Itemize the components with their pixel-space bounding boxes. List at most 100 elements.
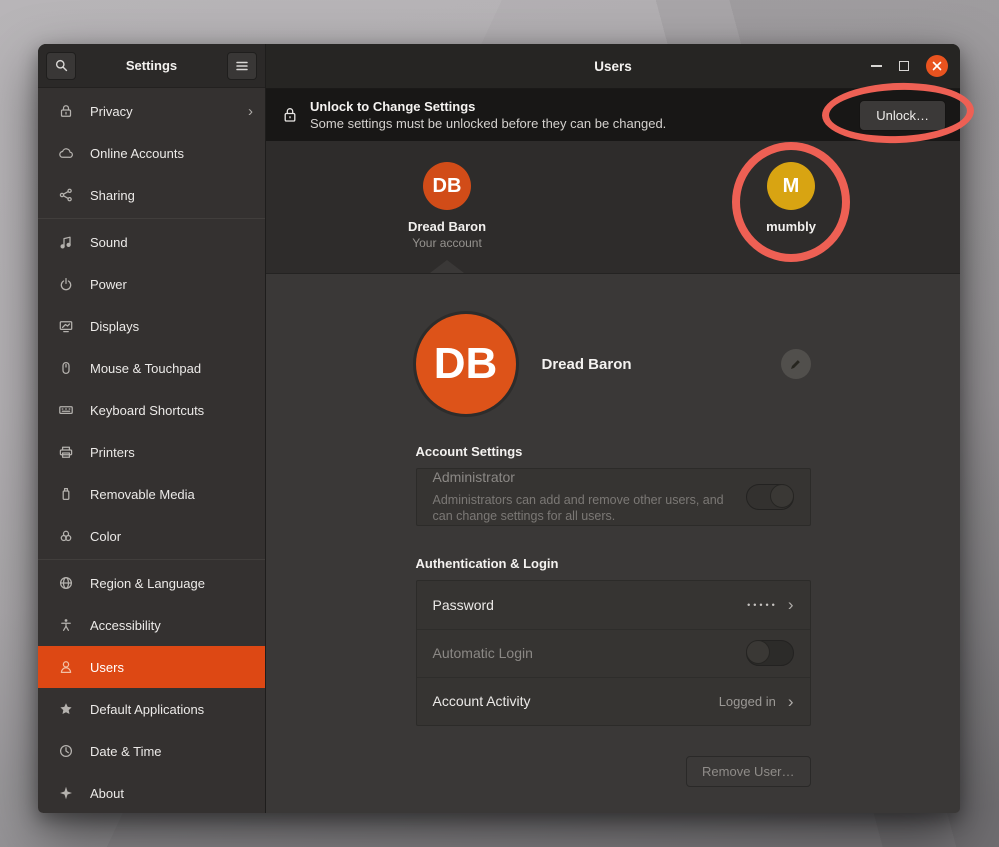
- row-description: Administrators can add and remove other …: [433, 492, 746, 525]
- sidebar-item-label: Mouse & Touchpad: [90, 361, 201, 376]
- carousel-user-dread-baron[interactable]: DB Dread Baron Your account: [377, 162, 517, 250]
- settings-row-password[interactable]: Password••••• ›: [417, 581, 810, 629]
- sidebar-item-keyboard-shortcuts[interactable]: Keyboard Shortcuts: [38, 389, 265, 431]
- unlock-button[interactable]: Unlock…: [859, 100, 946, 131]
- page-title: Users: [594, 59, 632, 74]
- sidebar-item-privacy[interactable]: Privacy ›: [38, 90, 265, 132]
- user-name: mumbly: [721, 219, 861, 234]
- unlock-banner-subtitle: Some settings must be unlocked before th…: [310, 116, 847, 131]
- row-value: Logged in: [719, 694, 776, 709]
- sidebar-item-accessibility[interactable]: Accessibility: [38, 604, 265, 646]
- unlock-banner-title: Unlock to Change Settings: [310, 99, 847, 114]
- sidebar-item-sound[interactable]: Sound: [38, 221, 265, 263]
- minimize-icon[interactable]: [871, 65, 882, 67]
- hamburger-menu-icon: [235, 60, 249, 72]
- sidebar-item-printers[interactable]: Printers: [38, 431, 265, 473]
- lock-icon: [282, 106, 298, 124]
- sidebar-item-region-and-language[interactable]: Region & Language: [38, 562, 265, 604]
- sidebar-item-label: Displays: [90, 319, 139, 334]
- mouse-icon: [58, 360, 74, 376]
- sidebar-item-label: Date & Time: [90, 744, 162, 759]
- close-icon[interactable]: [926, 55, 948, 77]
- user-name: Dread Baron: [377, 219, 517, 234]
- settings-row-account-activity[interactable]: Account ActivityLogged in›: [417, 677, 810, 725]
- star-icon: [58, 701, 74, 717]
- sidebar-item-label: Sharing: [90, 188, 135, 203]
- main-pane: Users: [266, 44, 960, 813]
- user-avatar-mumbly[interactable]: M: [767, 162, 815, 210]
- password-dots: •••••: [747, 600, 778, 610]
- sound-icon: [58, 234, 74, 250]
- row-label: Password: [433, 597, 748, 613]
- sidebar-item-label: Privacy: [90, 104, 133, 119]
- window-controls: [871, 44, 948, 88]
- auth-login-heading: Authentication & Login: [416, 556, 811, 571]
- sidebar-item-label: Sound: [90, 235, 128, 250]
- edit-name-button[interactable]: [781, 349, 811, 379]
- remove-user-button[interactable]: Remove User…: [686, 756, 810, 787]
- row-label: Automatic Login: [433, 645, 746, 661]
- keyboard-icon: [58, 402, 74, 418]
- sparkle-icon: [58, 785, 74, 801]
- sidebar-item-users[interactable]: Users: [38, 646, 265, 688]
- sidebar-item-label: Power: [90, 277, 127, 292]
- headerbar: Users: [266, 44, 960, 89]
- profile-row: DB Dread Baron: [416, 314, 811, 414]
- auth-login-card: Password•••••›Automatic LoginAccount Act…: [416, 580, 811, 726]
- selected-user-pointer: [430, 260, 464, 273]
- toggle-knob: [770, 484, 794, 508]
- row-label: Administrator: [433, 469, 746, 485]
- sidebar-item-label: Color: [90, 529, 121, 544]
- display-icon: [58, 318, 74, 334]
- printer-icon: [58, 444, 74, 460]
- unlock-banner: Unlock to Change Settings Some settings …: [266, 89, 960, 141]
- maximize-icon[interactable]: [899, 61, 909, 71]
- sidebar-item-label: About: [90, 786, 124, 801]
- sidebar-separator: [38, 218, 265, 219]
- chevron-right-icon: ›: [788, 596, 794, 613]
- search-button[interactable]: [46, 52, 76, 80]
- sidebar-item-sharing[interactable]: Sharing: [38, 174, 265, 216]
- settings-window: Settings Privacy › Online Accounts Sharing S…: [38, 44, 960, 813]
- unlock-banner-text: Unlock to Change Settings Some settings …: [310, 99, 847, 131]
- toggle-switch-on: [746, 484, 794, 510]
- sidebar-item-default-applications[interactable]: Default Applications: [38, 688, 265, 730]
- carousel-user-mumbly[interactable]: Mmumbly: [721, 162, 861, 234]
- chevron-right-icon: ›: [788, 693, 794, 710]
- sidebar-item-online-accounts[interactable]: Online Accounts: [38, 132, 265, 174]
- search-icon: [54, 58, 69, 73]
- sidebar-header: Settings: [38, 44, 265, 88]
- sidebar-item-label: Users: [90, 660, 124, 675]
- cloud-icon: [58, 145, 74, 161]
- sidebar-item-displays[interactable]: Displays: [38, 305, 265, 347]
- desktop: Settings Privacy › Online Accounts Sharing S…: [0, 0, 999, 847]
- app-title: Settings: [76, 58, 227, 73]
- toggle-switch-off: [746, 640, 794, 666]
- clock-icon: [58, 743, 74, 759]
- sidebar-item-label: Keyboard Shortcuts: [90, 403, 204, 418]
- account-settings-card: Administrator Administrators can add and …: [416, 468, 811, 526]
- chevron-right-icon: ›: [248, 104, 253, 119]
- sidebar-item-mouse-and-touchpad[interactable]: Mouse & Touchpad: [38, 347, 265, 389]
- profile-avatar[interactable]: DB: [416, 314, 516, 414]
- user-avatar-dread-baron[interactable]: DB: [423, 162, 471, 210]
- account-settings-heading: Account Settings: [416, 444, 811, 459]
- sidebar: Settings Privacy › Online Accounts Sharing S…: [38, 44, 266, 813]
- sidebar-item-label: Printers: [90, 445, 135, 460]
- user-subtitle: Your account: [377, 236, 517, 250]
- sidebar-separator: [38, 559, 265, 560]
- primary-menu-button[interactable]: [227, 52, 257, 80]
- color-icon: [58, 528, 74, 544]
- user-panel-content: DB Dread Baron Account Settings Administ…: [266, 274, 960, 813]
- sidebar-item-label: Default Applications: [90, 702, 204, 717]
- sidebar-item-color[interactable]: Color: [38, 515, 265, 557]
- sidebar-item-label: Removable Media: [90, 487, 195, 502]
- sidebar-item-date-and-time[interactable]: Date & Time: [38, 730, 265, 772]
- sidebar-item-label: Online Accounts: [90, 146, 184, 161]
- sidebar-item-power[interactable]: Power: [38, 263, 265, 305]
- sidebar-item-removable-media[interactable]: Removable Media: [38, 473, 265, 515]
- share-icon: [58, 187, 74, 203]
- globe-icon: [58, 575, 74, 591]
- lock-icon: [58, 103, 74, 119]
- sidebar-item-about[interactable]: About: [38, 772, 265, 813]
